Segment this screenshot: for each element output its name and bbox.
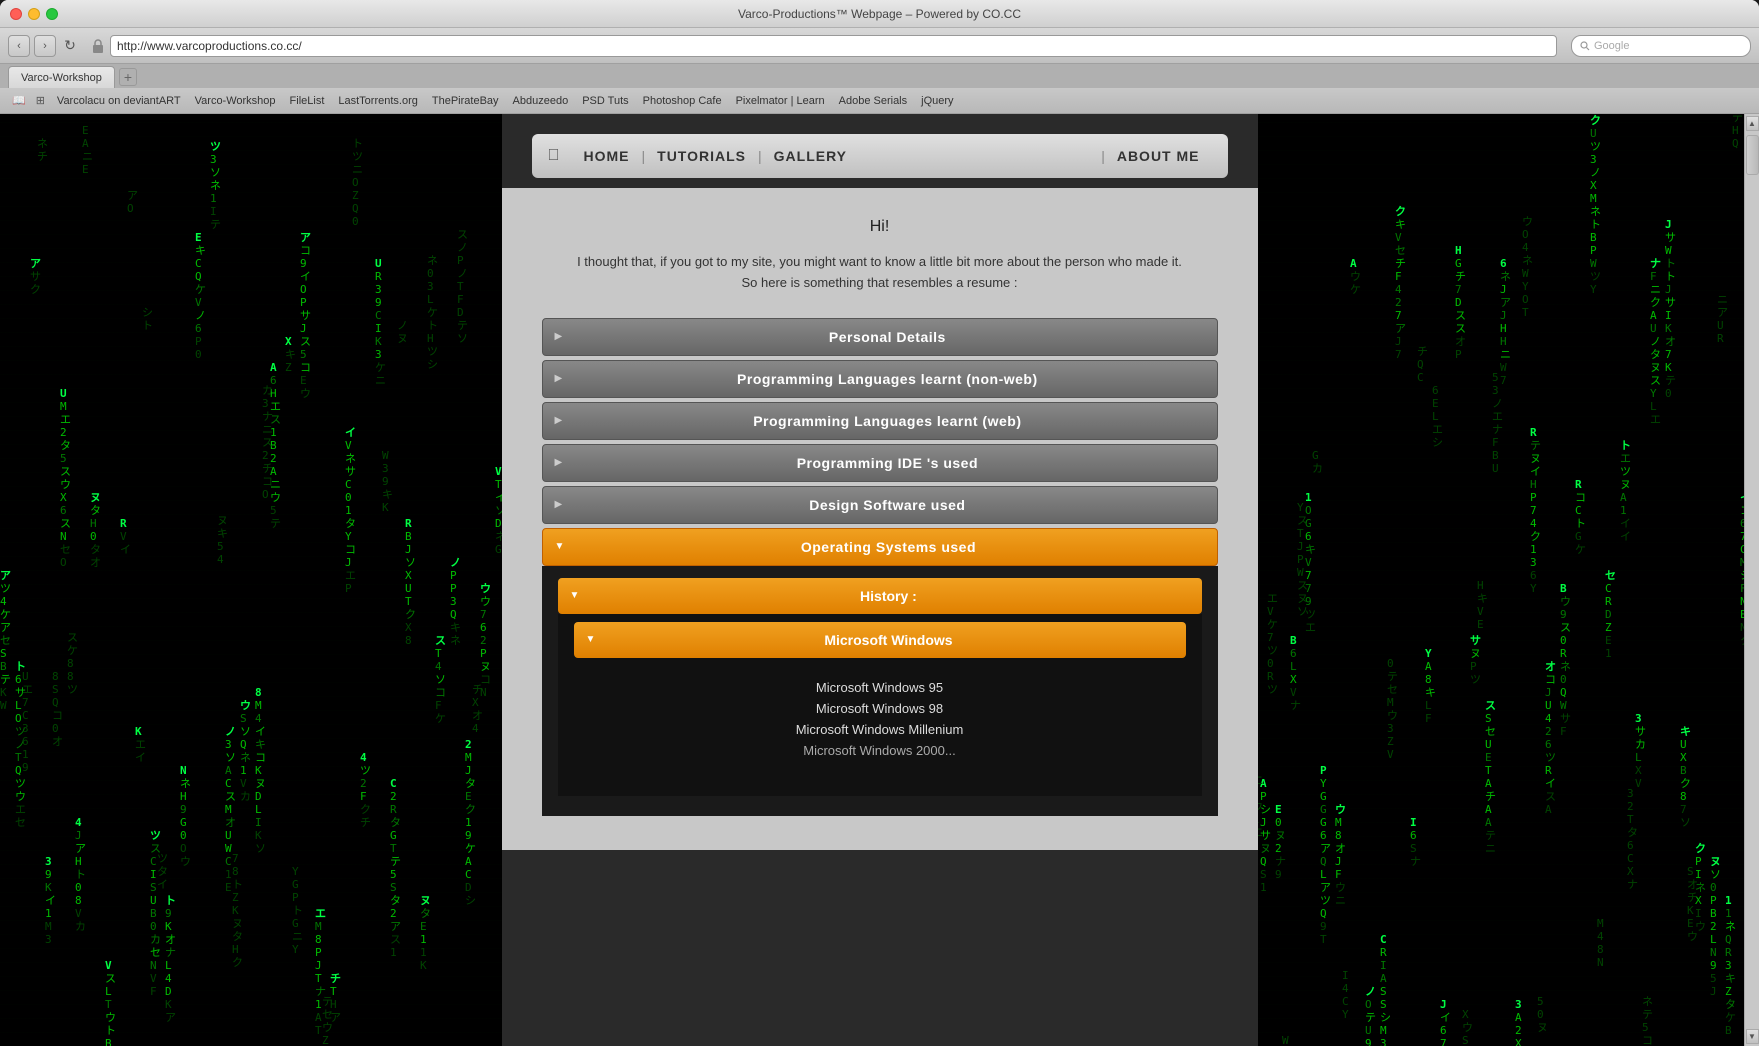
intro-line2: So here is something that resembles a re… (741, 275, 1017, 290)
bookmark-photoshopcafe[interactable]: Photoshop Cafe (637, 93, 728, 109)
tab-label: Varco-Workshop (21, 72, 102, 84)
accordion-os: ▼ Operating Systems used ▼ History : (542, 528, 1218, 816)
accordion-label-prog-web: Programming Languages learnt (web) (570, 413, 1204, 429)
accordion-label-prog-nonweb: Programming Languages learnt (non-web) (570, 371, 1204, 387)
bookmark-adobeserials[interactable]: Adobe Serials (833, 93, 914, 109)
intro-line1: I thought that, if you got to my site, y… (577, 254, 1182, 269)
browser-window: Varco-Productions™ Webpage – Powered by … (0, 0, 1759, 1046)
accordion-header-prog-web[interactable]: ▶ Programming Languages learnt (web) (542, 402, 1218, 440)
accordion-header-personal[interactable]: ▶ Personal Details (542, 318, 1218, 356)
search-icon (1580, 41, 1590, 51)
windows-version-3: Microsoft Windows 2000... (590, 743, 1170, 758)
site-nav:  HOME | TUTORIALS | GALLERY | ABOUT ME (532, 134, 1228, 178)
accordion-ide: ▶ Programming IDE 's used (542, 444, 1218, 482)
nav-about[interactable]: ABOUT ME (1105, 148, 1212, 164)
accordion-header-prog-nonweb[interactable]: ▶ Programming Languages learnt (non-web) (542, 360, 1218, 398)
maximize-button[interactable] (46, 8, 58, 20)
nav-gallery[interactable]: GALLERY (762, 148, 859, 164)
close-button[interactable] (10, 8, 22, 20)
accordion-label-design: Design Software used (570, 497, 1204, 513)
sub-accordion-header-history[interactable]: ▼ History : (558, 578, 1202, 614)
url-text: http://www.varcoproductions.co.cc/ (117, 39, 302, 53)
sub-accordion-label-history: History : (587, 588, 1189, 604)
accordion-label-ide: Programming IDE 's used (570, 455, 1204, 471)
bookmark-filelist[interactable]: FileList (284, 93, 331, 109)
windows-version-2: Microsoft Windows Millenium (590, 722, 1170, 737)
url-bar[interactable]: http://www.varcoproductions.co.cc/ (110, 35, 1557, 57)
bookmark-varcolacu[interactable]: Varcolacu on deviantART (51, 93, 187, 109)
sub-accordion-mswindows: ▼ Microsoft Windows Microsoft Windows 95… (574, 622, 1186, 780)
arrow-design-icon: ▶ (555, 499, 563, 510)
accordion-header-design[interactable]: ▶ Design Software used (542, 486, 1218, 524)
title-bar: Varco-Productions™ Webpage – Powered by … (0, 0, 1759, 28)
web-content-panel[interactable]:  HOME | TUTORIALS | GALLERY | ABOUT ME … (502, 114, 1258, 1046)
bookmark-lasttorrents[interactable]: LastTorrents.org (332, 93, 423, 109)
security-icon (90, 38, 106, 54)
bookmark-pixelmator[interactable]: Pixelmator | Learn (730, 93, 831, 109)
accordion-prog-web: ▶ Programming Languages learnt (web) (542, 402, 1218, 440)
accordion-personal: ▶ Personal Details (542, 318, 1218, 356)
search-bar[interactable]: Google (1571, 35, 1751, 57)
new-tab-button[interactable]: + (119, 68, 137, 86)
nav-home[interactable]: HOME (572, 148, 642, 164)
content-area: アツ4ケアセSBテKWト6サLOツノTQツウエセアサク39Kイ1M3UMエ2タ5… (0, 114, 1759, 1046)
traffic-lights (10, 8, 58, 20)
minimize-button[interactable] (28, 8, 40, 20)
windows-version-0: Microsoft Windows 95 (590, 680, 1170, 695)
greeting-text: Hi! (542, 218, 1218, 236)
arrow-history-icon: ▼ (570, 590, 580, 601)
nav-tutorials[interactable]: TUTORIALS (645, 148, 758, 164)
accordion-header-os[interactable]: ▼ Operating Systems used (542, 528, 1218, 566)
bookmark-psdtuts[interactable]: PSD Tuts (576, 93, 634, 109)
intro-text: I thought that, if you got to my site, y… (542, 252, 1218, 294)
sub-accordion-header-mswindows[interactable]: ▼ Microsoft Windows (574, 622, 1186, 658)
apps-icon: ⊞ (32, 92, 49, 109)
window-title: Varco-Productions™ Webpage – Powered by … (738, 7, 1021, 21)
page-main-content: Hi! I thought that, if you got to my sit… (502, 188, 1258, 850)
arrow-mswindows-icon: ▼ (586, 634, 596, 645)
scroll-down-button[interactable]: ▼ (1746, 1029, 1759, 1044)
back-button[interactable]: ‹ (8, 35, 30, 57)
accordion-header-ide[interactable]: ▶ Programming IDE 's used (542, 444, 1218, 482)
toolbar: ‹ › ↻ http://www.varcoproductions.co.cc/… (0, 28, 1759, 64)
arrow-os-icon: ▼ (555, 541, 565, 552)
tab-bar: Varco-Workshop + (0, 64, 1759, 88)
arrow-prog-nonweb-icon: ▶ (555, 373, 563, 384)
bookmark-abduzeedo[interactable]: Abduzeedo (507, 93, 575, 109)
arrow-ide-icon: ▶ (555, 457, 563, 468)
accordion-label-os: Operating Systems used (572, 539, 1204, 555)
arrow-prog-web-icon: ▶ (555, 415, 563, 426)
bookmark-jquery[interactable]: jQuery (915, 93, 959, 109)
bookmark-varco-workshop[interactable]: Varco-Workshop (189, 93, 282, 109)
reload-button[interactable]: ↻ (62, 38, 78, 54)
accordion-body-os: ▼ History : ▼ Microsoft Windows (542, 566, 1218, 816)
active-tab[interactable]: Varco-Workshop (8, 66, 115, 88)
bookmarks-bar: 📖 ⊞ Varcolacu on deviantART Varco-Worksh… (0, 88, 1759, 114)
bookmark-thepiratebay[interactable]: ThePirateBay (426, 93, 505, 109)
accordion-design: ▶ Design Software used (542, 486, 1218, 524)
sub-accordion-history: ▼ History : ▼ Microsoft Windows (558, 578, 1202, 796)
bookmarks-icon: 📖 (8, 92, 30, 109)
windows-versions-list: Microsoft Windows 95 Microsoft Windows 9… (574, 658, 1186, 780)
sub-accordion-label-mswindows: Microsoft Windows (603, 632, 1173, 648)
apple-logo-icon:  (548, 147, 560, 165)
scroll-up-button[interactable]: ▲ (1746, 116, 1759, 131)
accordion-label-personal: Personal Details (570, 329, 1204, 345)
scrollbar-thumb[interactable] (1746, 135, 1759, 175)
search-placeholder: Google (1594, 40, 1629, 52)
forward-button[interactable]: › (34, 35, 56, 57)
arrow-personal-icon: ▶ (555, 331, 563, 342)
scrollbar[interactable]: ▲ ▼ (1744, 114, 1759, 1046)
windows-version-1: Microsoft Windows 98 (590, 701, 1170, 716)
accordion-prog-nonweb: ▶ Programming Languages learnt (non-web) (542, 360, 1218, 398)
